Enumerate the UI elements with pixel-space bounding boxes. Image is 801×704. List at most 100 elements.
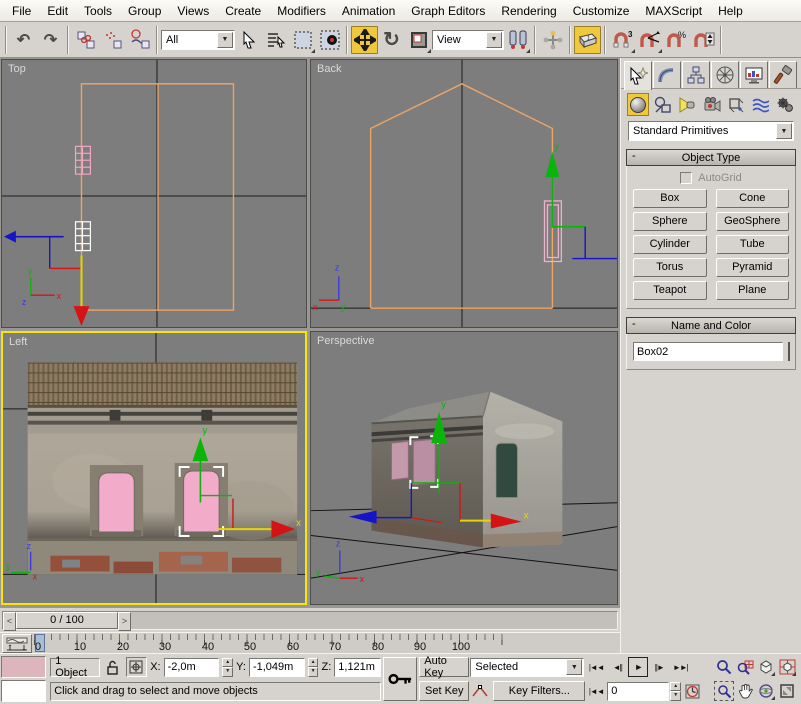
mini-listener-pane[interactable] (1, 680, 46, 702)
set-key-button[interactable]: Set Key (419, 681, 469, 701)
object-type-rollout-header[interactable]: - Object Type (626, 149, 796, 166)
tab-display-icon[interactable] (740, 61, 768, 88)
primitive-category-dropdown[interactable]: Standard Primitives ▼ (628, 121, 794, 141)
autogrid-checkbox[interactable] (680, 172, 692, 184)
select-and-manipulate-icon[interactable] (539, 26, 566, 54)
absolute-offset-mode-icon[interactable] (126, 657, 148, 677)
viewport-perspective[interactable]: x y z x y Perspective (310, 331, 618, 605)
arc-rotate-icon[interactable] (756, 681, 776, 701)
cone-button[interactable]: Cone (716, 189, 790, 208)
play-animation-icon[interactable]: ► (628, 657, 648, 677)
x-coordinate-field[interactable]: -2,0m (164, 658, 220, 677)
menu-modifiers[interactable]: Modifiers (269, 1, 334, 21)
current-frame-field[interactable]: 0 (607, 682, 669, 701)
percent-snap-toggle-icon[interactable]: % (663, 26, 690, 54)
geosphere-button[interactable]: GeoSphere (716, 212, 790, 231)
key-filters-button[interactable]: Key Filters... (493, 681, 585, 701)
unlink-selection-icon[interactable] (99, 26, 126, 54)
viewport-left-label[interactable]: Left (9, 336, 27, 348)
macro-recorder-pane[interactable] (1, 656, 46, 678)
category-helpers-icon[interactable] (725, 93, 747, 116)
name-color-rollout-header[interactable]: - Name and Color (626, 317, 796, 334)
key-mode-toggle-icon[interactable]: |◄◄ (586, 681, 606, 701)
tube-button[interactable]: Tube (716, 235, 790, 254)
viewport-top-label[interactable]: Top (8, 63, 26, 75)
zoom-region-icon[interactable] (714, 681, 734, 701)
menu-group[interactable]: Group (120, 1, 169, 21)
cylinder-button[interactable]: Cylinder (633, 235, 707, 254)
viewport-back-label[interactable]: Back (317, 63, 341, 75)
dropdown-arrow-icon[interactable]: ▼ (217, 32, 233, 48)
bind-to-space-warp-icon[interactable] (126, 26, 153, 54)
menu-create[interactable]: Create (217, 1, 269, 21)
menu-tools[interactable]: Tools (76, 1, 120, 21)
redo-icon[interactable]: ↷ (37, 26, 64, 54)
z-coordinate-field[interactable]: 1,121m (334, 658, 381, 677)
time-slider-handle[interactable]: 0 / 100 (16, 612, 118, 629)
dropdown-arrow-icon[interactable]: ▼ (566, 659, 582, 675)
menu-rendering[interactable]: Rendering (493, 1, 564, 21)
dropdown-arrow-icon[interactable]: ▼ (486, 32, 502, 48)
menu-maxscript[interactable]: MAXScript (637, 1, 710, 21)
x-spinner[interactable]: ▲▼ (222, 658, 233, 677)
time-slider-track[interactable]: < 0 / 100 > (2, 611, 618, 630)
tab-motion-icon[interactable] (711, 61, 739, 88)
torus-button[interactable]: Torus (633, 258, 707, 277)
menu-views[interactable]: Views (169, 1, 217, 21)
tab-utilities-icon[interactable] (769, 61, 797, 88)
selection-filter-dropdown[interactable]: All ▼ (161, 30, 235, 50)
category-geometry-icon[interactable] (627, 93, 649, 116)
menu-help[interactable]: Help (710, 1, 751, 21)
viewport-top[interactable]: y x z Top (1, 59, 307, 328)
teapot-button[interactable]: Teapot (633, 281, 707, 300)
select-and-move-icon[interactable] (351, 26, 378, 54)
menu-edit[interactable]: Edit (39, 1, 76, 21)
y-spinner[interactable]: ▲▼ (308, 658, 319, 677)
pan-view-icon[interactable] (735, 681, 755, 701)
house-3d-model[interactable] (372, 392, 563, 548)
window-crossing-toggle-icon[interactable] (316, 26, 343, 54)
move-gizmo[interactable] (4, 231, 89, 326)
previous-frame-arrow[interactable]: < (3, 612, 16, 631)
window-right-pink-selected[interactable] (184, 471, 220, 532)
spinner-snap-toggle-icon[interactable] (690, 26, 717, 54)
viewport-left[interactable]: y x z y x Left (1, 331, 307, 605)
y-coordinate-field[interactable]: -1,049m (249, 658, 305, 677)
select-object-icon[interactable] (235, 26, 262, 54)
menu-file[interactable]: File (4, 1, 39, 21)
category-cameras-icon[interactable] (700, 93, 722, 116)
select-and-rotate-icon[interactable]: ↻ (378, 26, 405, 54)
select-and-scale-icon[interactable] (405, 26, 432, 54)
reference-coordinate-system-dropdown[interactable]: View ▼ (432, 30, 504, 50)
next-frame-arrow[interactable]: > (118, 612, 131, 631)
pyramid-button[interactable]: Pyramid (716, 258, 790, 277)
plane-button[interactable]: Plane (716, 281, 790, 300)
box-button[interactable]: Box (633, 189, 707, 208)
dropdown-arrow-icon[interactable]: ▼ (776, 123, 792, 139)
select-and-link-icon[interactable] (72, 26, 99, 54)
maximize-viewport-toggle-icon[interactable] (777, 681, 797, 701)
viewport-back[interactable]: y z x y Back (310, 59, 618, 328)
rectangular-selection-region-icon[interactable] (289, 26, 316, 54)
previous-frame-icon[interactable]: ◄|| (607, 657, 627, 677)
go-to-start-icon[interactable]: |◄◄ (586, 657, 606, 677)
category-systems-icon[interactable] (774, 93, 796, 116)
menu-graph-editors[interactable]: Graph Editors (403, 1, 493, 21)
next-frame-icon[interactable]: ||► (649, 657, 669, 677)
sphere-button[interactable]: Sphere (633, 212, 707, 231)
default-tangents-icon[interactable] (470, 681, 490, 701)
zoom-all-icon[interactable] (735, 657, 755, 677)
angle-snap-toggle-icon[interactable] (636, 26, 663, 54)
zoom-icon[interactable] (714, 657, 734, 677)
frame-spinner[interactable]: ▲▼ (670, 682, 681, 701)
select-by-name-icon[interactable] (262, 26, 289, 54)
category-lights-icon[interactable] (676, 93, 698, 116)
keyboard-shortcut-override-icon[interactable]: 1 (574, 26, 601, 54)
auto-key-button[interactable]: Auto Key (419, 657, 469, 677)
selection-lock-icon[interactable] (103, 657, 123, 677)
go-to-end-icon[interactable]: ►►| (670, 657, 690, 677)
move-gizmo[interactable]: y (545, 141, 617, 258)
category-shapes-icon[interactable] (651, 93, 673, 116)
use-pivot-point-center-icon[interactable] (504, 26, 531, 54)
key-filter-dropdown[interactable]: Selected ▼ (470, 658, 584, 677)
